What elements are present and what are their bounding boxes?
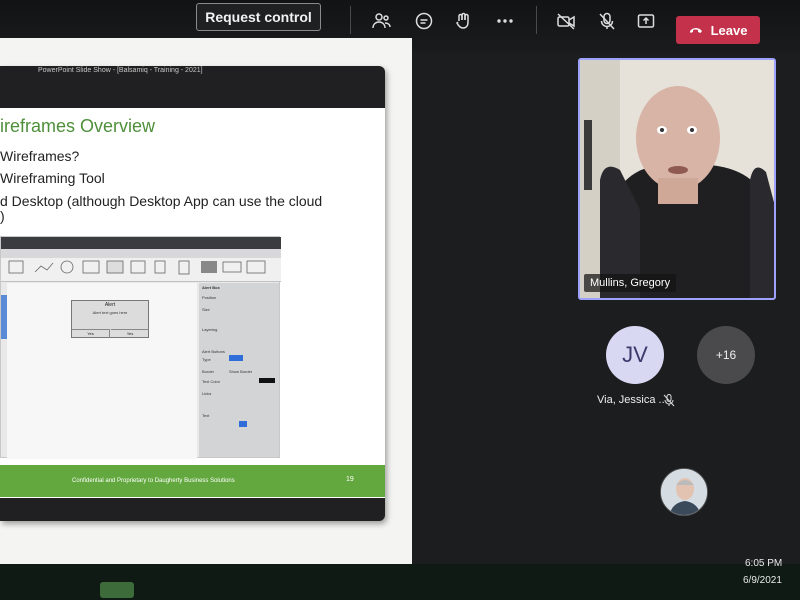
balsamiq-ui-library [1,258,281,282]
balsamiq-properties-panel: Alert Box Position Size Layering Alert B… [199,283,279,457]
panel-label: Size [202,307,210,312]
panel-label: Text [202,413,210,418]
panel-label: Type [202,357,211,362]
slide-title: ireframes Overview [0,116,156,136]
clock-date: 6/9/2021 [743,575,782,586]
color-swatch [259,378,275,383]
taskbar-app-icon[interactable] [100,582,134,598]
slide-bullet: Wireframing Tool [0,170,105,186]
share-tray-icon[interactable] [635,10,657,32]
toolbar-divider [350,6,351,34]
participant-name: Via, Jessica ... [597,394,668,406]
panel-label: Text Color [202,379,221,384]
align-button [239,421,247,427]
people-icon[interactable] [370,10,392,32]
panel-label: Layering [202,327,218,332]
more-participants-count: +16 [715,348,737,362]
mic-off-icon [663,394,675,407]
react-icon[interactable] [453,10,475,32]
self-video-avatar[interactable] [660,468,708,516]
featured-participant-name: Mullins, Gregory [584,274,677,292]
leave-label: Leave [710,22,748,38]
featured-participant-video[interactable] [578,58,776,300]
avatar[interactable]: JV [606,326,664,384]
panel-label: Show Border [229,369,253,374]
mockup-alert-box: Alert Alert text goes here Yes Yes [71,300,149,338]
slide-number: 19 [346,476,354,483]
clock-time: 6:05 PM [745,558,783,569]
type-button [229,355,243,361]
self-video-image [661,469,707,515]
slide-footer-text: Confidential and Proprietary to Daughert… [72,478,235,484]
alert-title: Alert [104,302,116,308]
panel-label: Links [202,391,212,396]
alert-text: Alert text goes here [92,310,128,315]
ui-library-icons [8,260,266,275]
hang-up-icon [689,28,702,33]
participant-video-image [580,60,774,298]
slide-bullet: Wireframes? [0,148,80,164]
panel-label: Alert Buttons [202,349,225,354]
more-participants-button[interactable]: +16 [697,326,755,384]
panel-label: Border [202,369,215,374]
panel-label: Position [202,295,217,300]
chat-icon[interactable] [413,10,435,32]
more-icon[interactable] [494,10,516,32]
slideshow-window-title: PowerPoint Slide Show - [Balsamiq - Trai… [38,67,203,74]
balsamiq-tabs [1,249,281,258]
balsamiq-screenshot: Alert Box Position Size Layering Alert B… [0,236,281,459]
panel-title: Alert Box [202,285,220,290]
slide-bullet: d Desktop (although Desktop App can use … [0,193,323,209]
balsamiq-left-panel [1,295,7,339]
leave-button[interactable]: Leave [676,16,760,44]
request-control-button[interactable]: Request control [196,3,321,31]
avatar-initials: JV [622,342,648,367]
slide-bullet: ) [0,208,5,224]
alert-button: Yes [72,329,110,338]
alert-button: Yes [111,329,149,338]
balsamiq-toolbar [1,237,281,249]
camera-off-icon[interactable] [555,10,577,32]
mic-off-icon[interactable] [596,10,618,32]
toolbar-divider [536,6,537,34]
